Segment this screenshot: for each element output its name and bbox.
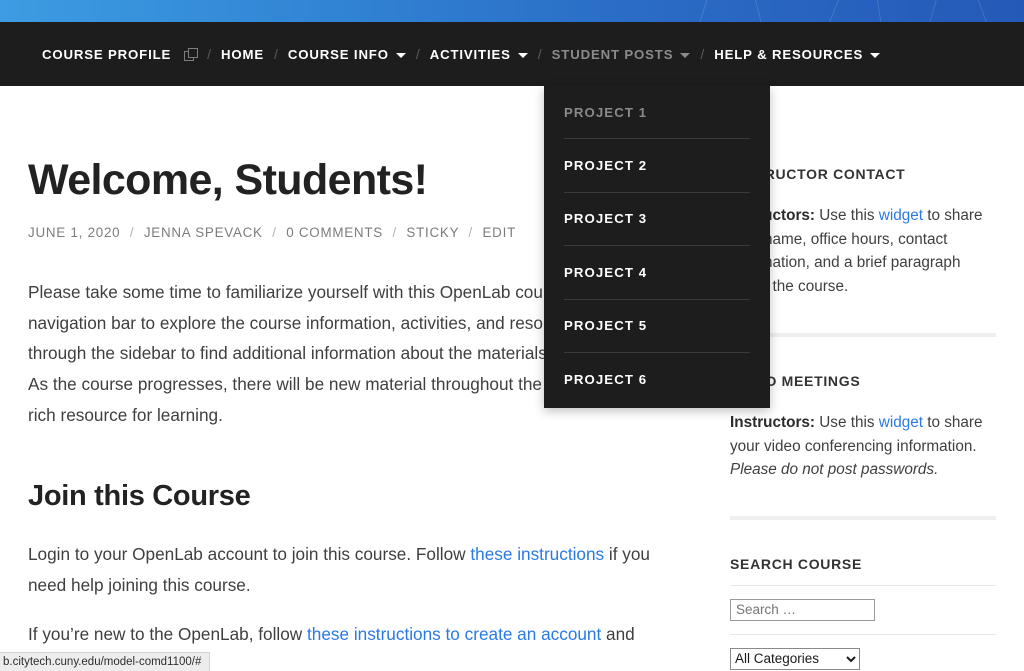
nav-item-home[interactable]: HOME [221,47,264,62]
dropdown-label-project-4: PROJECT 4 [564,264,648,280]
meta-separator: / [392,225,397,241]
nav-item-help-resources[interactable]: HELP & RESOURCES [714,46,881,62]
external-link-icon [184,47,199,61]
dropdown-label-project-3: PROJECT 3 [564,211,648,227]
sidebar-heading-search-course: SEARCH COURSE [730,555,863,572]
meta-separator: / [129,225,135,241]
chevron-down-icon [395,52,406,58]
nav-separator: / [274,45,278,62]
main-navigation: COURSE PROFILE / HOME / COURSE INFO / AC… [0,22,1024,86]
dropdown-item-project-1[interactable]: PROJECT 1 [564,86,750,140]
newuser-text-b: and [601,624,635,645]
post-sticky-badge: STICKY [406,225,460,241]
contact-text-a: Use this [815,207,879,224]
chevron-down-icon [870,52,881,58]
nav-separator: / [207,45,212,62]
meta-separator: / [468,225,474,241]
sidebar-divider [730,515,996,520]
create-account-link[interactable]: these instructions to create an account [307,624,601,644]
nav-label-home: HOME [221,46,264,62]
chevron-down-icon [680,52,691,58]
nav-label-student-posts: STUDENT POSTS [551,46,674,62]
status-bar-url: b.citytech.cuny.edu/model-comd1100/# [3,656,202,668]
category-select[interactable]: All Categories [730,647,860,670]
dropdown-label-project-6: PROJECT 6 [564,372,648,388]
meetings-widget-link[interactable]: widget [879,414,923,431]
meetings-text-a: Use this [815,413,879,431]
post-date: JUNE 1, 2020 [28,225,121,241]
browser-page: COURSE PROFILE / HOME / COURSE INFO / AC… [0,0,1024,671]
contact-widget-link[interactable]: widget [879,207,923,224]
nav-item-course-info[interactable]: COURSE INFO [288,47,406,62]
dropdown-label-project-1: PROJECT 1 [564,104,648,120]
post-comments-link[interactable]: 0 COMMENTS [286,225,383,240]
sidebar-text-video-meetings: Instructors: Use this widget to share yo… [730,411,996,482]
chevron-down-icon [517,52,528,58]
join-paragraph-2: If you’re new to the OpenLab, follow the… [28,619,670,650]
meetings-note-italic: Please do not post passwords. [730,461,939,479]
nav-item-course-profile[interactable]: COURSE PROFILE [42,47,171,62]
post-edit-link[interactable]: EDIT [483,225,517,240]
search-input[interactable] [730,598,875,621]
dropdown-item-project-6[interactable]: PROJECT 6 [564,353,750,406]
student-posts-dropdown: PROJECT 1 PROJECT 2 PROJECT 3 PROJECT 4 … [544,86,770,408]
nav-label-course-profile: COURSE PROFILE [42,46,172,62]
nav-separator: / [700,45,705,62]
nav-separator: / [537,45,542,62]
site-accent-bar [0,0,1024,22]
dropdown-item-project-5[interactable]: PROJECT 5 [564,300,750,353]
newuser-text-a: If you’re new to the OpenLab, follow [28,624,307,645]
nav-separator: / [415,45,420,62]
join-instructions-link[interactable]: these instructions [470,544,604,564]
meta-separator: / [272,225,277,241]
nav-item-activities[interactable]: ACTIVITIES [430,47,528,62]
sidebar-widget-search-course: SEARCH COURSE All Categories [730,556,996,670]
post-author[interactable]: JENNA SPEVACK [144,225,263,240]
nav-label-activities: ACTIVITIES [429,46,511,62]
dropdown-item-project-4[interactable]: PROJECT 4 [564,246,750,300]
section-heading-join-course: Join this Course [28,480,251,513]
join-paragraph-1: Login to your OpenLab account to join th… [28,539,670,600]
dropdown-label-project-2: PROJECT 2 [564,158,648,174]
dropdown-label-project-5: PROJECT 5 [564,318,648,334]
nav-label-help-resources: HELP & RESOURCES [714,46,864,62]
search-divider [730,584,996,586]
dropdown-item-project-2[interactable]: PROJECT 2 [564,139,750,193]
meetings-bold-label: Instructors: [730,413,815,431]
dropdown-item-project-3[interactable]: PROJECT 3 [564,193,750,247]
join-text-a: Login to your OpenLab account to join th… [28,544,471,565]
nav-label-course-info: COURSE INFO [287,46,389,62]
nav-item-student-posts[interactable]: STUDENT POSTS [552,47,691,62]
search-divider [730,633,996,635]
browser-status-bar: b.citytech.cuny.edu/model-comd1100/# [0,652,211,671]
